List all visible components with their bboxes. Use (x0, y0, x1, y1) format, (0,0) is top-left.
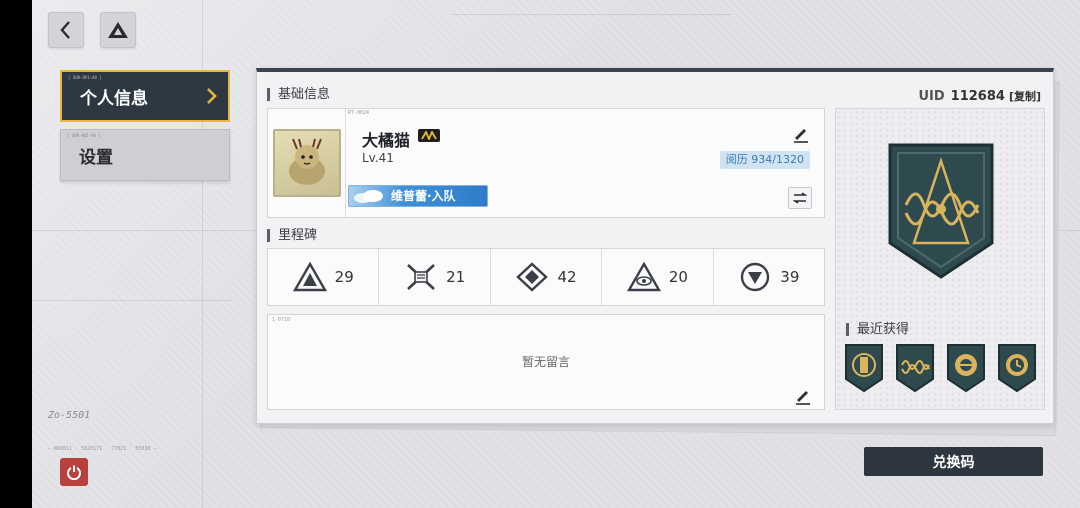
recent-medals (844, 343, 1037, 393)
milestone-value: 21 (446, 268, 466, 286)
sidebar-item-label: 设置 (79, 147, 113, 168)
milestone-item[interactable]: 29 (268, 249, 380, 305)
triangle-logo-icon (108, 22, 128, 38)
milestone-item[interactable]: 42 (491, 249, 603, 305)
medal-globe-icon[interactable] (946, 343, 986, 393)
deco-signature: Zo-5501 (48, 410, 91, 421)
section-title-recent: 最近获得 (846, 323, 909, 336)
milestones-row: 29 21 42 20 39 (267, 248, 825, 306)
message-code: 1-0710 (272, 317, 291, 323)
milestone-value: 29 (334, 268, 354, 286)
back-button[interactable] (48, 12, 84, 48)
message-board: 1-0710 暂无留言 (267, 314, 825, 410)
featured-medal-icon[interactable] (886, 143, 996, 279)
milestone-value: 39 (780, 268, 800, 286)
pencil-icon (796, 391, 810, 405)
team-name: 维普蕾·入队 (391, 189, 456, 203)
player-level: Lv.41 (362, 151, 394, 165)
team-banner[interactable]: 维普蕾·入队 (348, 185, 488, 207)
redeem-code-button[interactable]: 兑换码 (864, 447, 1043, 476)
section-title-basic: 基础信息 (267, 88, 330, 101)
milestone-triangle-icon (292, 262, 327, 292)
milestone-circle-icon (741, 262, 770, 292)
home-button[interactable] (100, 12, 136, 48)
power-button[interactable] (60, 458, 88, 486)
empty-message-text: 暂无留言 (521, 355, 570, 369)
milestone-value: 20 (668, 268, 688, 286)
edit-message-button[interactable] (794, 387, 812, 405)
copy-uid-button[interactable]: [复制] (1009, 90, 1041, 103)
nav-code: [ SUR-DP1-AO ] (68, 75, 102, 80)
medal-wave-icon[interactable] (895, 343, 935, 393)
milestone-item[interactable]: 21 (379, 249, 491, 305)
uid-display: UID 112684 [复制] (918, 88, 1041, 104)
cat-avatar-icon (288, 138, 325, 185)
milestone-diamond-icon (516, 262, 549, 292)
back-arrow-icon (60, 21, 70, 39)
nickname: 大橘猫 (362, 131, 411, 150)
sidebar-item-profile[interactable]: [ SUR-DP1-AO ] 个人信息 (60, 70, 230, 122)
deco-code: — N08011 · 5820171 · 77021 · 55038 — (48, 446, 157, 452)
section-title-milestones: 里程碑 (267, 229, 317, 242)
vip-badge (418, 129, 440, 142)
chevron-right-icon (207, 88, 217, 104)
vip-badge-icon (421, 131, 437, 140)
sidebar-item-label: 个人信息 (80, 88, 148, 109)
avatar (272, 129, 341, 197)
screen-edge (0, 0, 32, 508)
pencil-icon (794, 129, 808, 143)
power-icon (67, 465, 81, 480)
milestone-item[interactable]: 39 (714, 249, 824, 305)
avatar-frame[interactable] (268, 109, 346, 217)
uid-label: UID (918, 89, 945, 104)
milestone-cross-icon (407, 264, 435, 290)
exp-progress: 阅历 934/1320 (719, 151, 810, 169)
uid-value: 112684 (950, 89, 1005, 104)
edit-profile-button[interactable] (792, 125, 810, 143)
milestone-value: 42 (557, 268, 577, 286)
card-code: RT-0024 (348, 110, 370, 116)
nav-code: [ SUR-AO1-YG ] (67, 133, 101, 138)
profile-panel: 基础信息 UID 112684 [复制] RT-0024 大橘猫 Lv.41 阅历 (256, 68, 1054, 424)
milestone-item[interactable]: 20 (602, 249, 714, 305)
milestone-eye-icon (626, 262, 661, 292)
medal-clock-icon[interactable] (997, 343, 1037, 393)
swap-button[interactable] (788, 187, 812, 209)
sidebar-item-settings[interactable]: [ SUR-AO1-YG ] 设置 (60, 129, 230, 181)
medal-panel: 最近获得 (835, 108, 1045, 410)
cloud-icon (354, 190, 383, 203)
profile-card: RT-0024 大橘猫 Lv.41 阅历 934/1320 维普蕾·入队 (267, 108, 825, 218)
swap-icon (793, 192, 807, 204)
medal-bust-icon[interactable] (844, 343, 884, 393)
